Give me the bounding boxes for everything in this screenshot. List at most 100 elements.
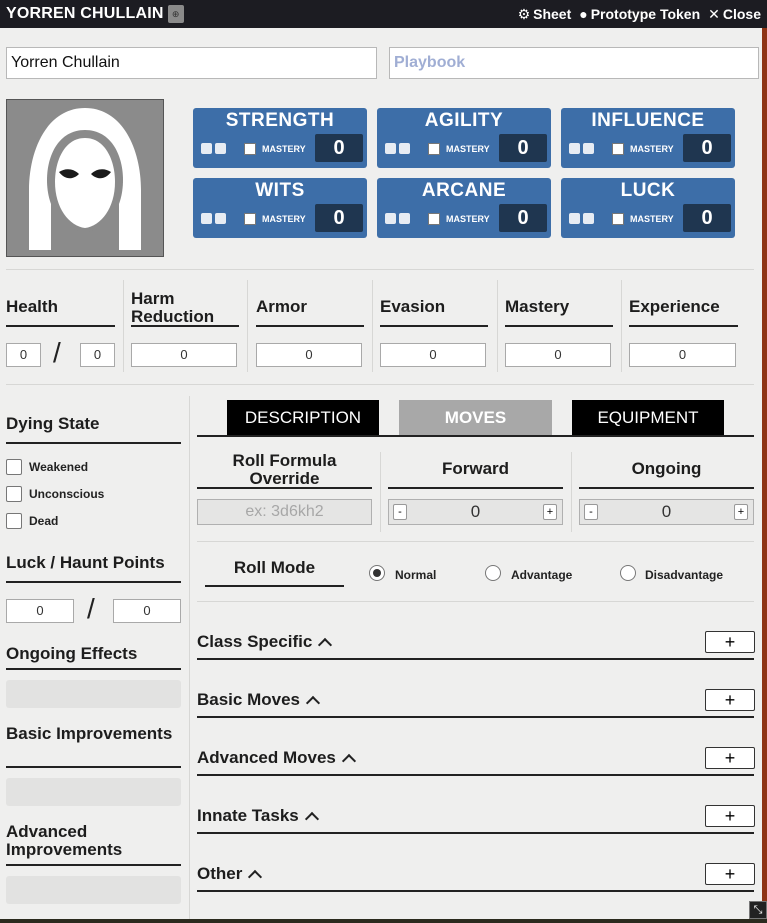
chevron-up-icon[interactable] xyxy=(318,637,333,653)
playbook-input[interactable]: Playbook xyxy=(389,47,759,79)
basic-moves-header[interactable]: Basic Moves xyxy=(197,691,321,711)
stat-value[interactable]: 0 xyxy=(499,204,547,232)
experience-input[interactable]: 0 xyxy=(629,343,736,367)
dice-icon[interactable] xyxy=(201,143,226,154)
ongoing-effects-field[interactable] xyxy=(6,680,181,708)
forward-value: 0 xyxy=(470,502,481,521)
dead-checkbox[interactable] xyxy=(6,513,22,529)
roll-formula-input[interactable]: ex: 3d6kh2 xyxy=(197,499,372,525)
divider xyxy=(497,280,498,372)
stat-strength: STRENGTH MASTERY 0 xyxy=(193,108,367,168)
window-badge-icon[interactable]: ⊕ xyxy=(167,5,184,23)
stat-wits: WITS MASTERY 0 xyxy=(193,178,367,238)
stat-value[interactable]: 0 xyxy=(683,134,731,162)
underline xyxy=(197,832,754,834)
advantage-label: Advantage xyxy=(511,568,573,582)
hooded-figure-icon xyxy=(29,108,141,250)
divider xyxy=(6,269,754,270)
weakened-checkbox[interactable] xyxy=(6,459,22,475)
harm-reduction-input[interactable]: 0 xyxy=(131,343,237,367)
disadvantage-radio[interactable] xyxy=(620,565,636,581)
sheet-button[interactable]: ⚙ Sheet xyxy=(518,6,572,23)
luck-points-input[interactable]: 0 xyxy=(6,599,74,623)
section-title: Other xyxy=(197,864,243,883)
forward-stepper[interactable]: - 0 + xyxy=(388,499,563,525)
mastery-checkbox[interactable] xyxy=(612,213,624,225)
add-basic-move-button[interactable]: + xyxy=(705,689,755,711)
divider xyxy=(197,541,754,542)
dice-icon[interactable] xyxy=(385,143,410,154)
add-innate-task-button[interactable]: + xyxy=(705,805,755,827)
unconscious-checkbox[interactable] xyxy=(6,486,22,502)
underline xyxy=(205,585,344,587)
add-other-button[interactable]: + xyxy=(705,863,755,885)
disadvantage-label: Disadvantage xyxy=(645,568,724,582)
class-specific-header[interactable]: Class Specific xyxy=(197,633,333,653)
close-icon: ✕ xyxy=(708,5,720,22)
window-titlebar[interactable]: YORREN CHULLAIN ⊕ ⚙ Sheet ● Prototype Toke… xyxy=(0,0,767,28)
chevron-up-icon[interactable] xyxy=(304,811,319,827)
window-title: YORREN CHULLAIN xyxy=(6,5,164,22)
tabs-underline xyxy=(197,435,754,437)
tab-moves[interactable]: MOVES xyxy=(399,400,552,436)
ongoing-effects-label: Ongoing Effects xyxy=(6,644,138,663)
resize-handle-icon[interactable]: ⤡ xyxy=(749,901,767,919)
mastery-checkbox[interactable] xyxy=(244,213,256,225)
underline xyxy=(388,487,563,489)
chevron-up-icon[interactable] xyxy=(248,869,263,885)
dice-icon[interactable] xyxy=(201,213,226,224)
health-label: Health xyxy=(6,297,58,316)
ongoing-stepper[interactable]: - 0 + xyxy=(579,499,754,525)
stat-value[interactable]: 0 xyxy=(315,134,363,162)
innate-tasks-header[interactable]: Innate Tasks xyxy=(197,806,319,827)
ongoing-plus-button[interactable]: + xyxy=(734,504,748,520)
stat-name: AGILITY xyxy=(424,110,504,131)
stat-arcane: ARCANE MASTERY 0 xyxy=(377,178,551,238)
armor-label: Armor xyxy=(256,297,308,316)
health-current-input[interactable]: 0 xyxy=(6,343,41,367)
add-class-specific-button[interactable]: + xyxy=(705,631,755,653)
normal-radio[interactable] xyxy=(369,565,385,581)
mastery-checkbox[interactable] xyxy=(244,143,256,155)
other-header[interactable]: Other xyxy=(197,864,263,885)
divider xyxy=(571,452,572,532)
advanced-moves-header[interactable]: Advanced Moves xyxy=(197,749,356,769)
close-button[interactable]: ✕ Close xyxy=(708,6,761,23)
dice-icon[interactable] xyxy=(569,213,594,224)
evasion-input[interactable]: 0 xyxy=(380,343,486,367)
mastery-label: MASTERY xyxy=(262,214,306,224)
stat-name: LUCK xyxy=(620,180,676,201)
underline xyxy=(6,766,181,768)
mastery-checkbox[interactable] xyxy=(612,143,624,155)
chevron-up-icon[interactable] xyxy=(305,695,321,711)
add-advanced-move-button[interactable]: + xyxy=(705,747,755,769)
dice-icon[interactable] xyxy=(569,143,594,154)
underline xyxy=(131,325,239,327)
advantage-radio[interactable] xyxy=(485,565,501,581)
stat-value[interactable]: 0 xyxy=(499,134,547,162)
tab-equipment[interactable]: EQUIPMENT xyxy=(572,400,724,436)
character-name-input[interactable]: Yorren Chullain xyxy=(6,47,377,79)
stat-value[interactable]: 0 xyxy=(315,204,363,232)
armor-input[interactable]: 0 xyxy=(256,343,362,367)
divider xyxy=(380,452,381,532)
advanced-improvements-field[interactable] xyxy=(6,876,181,904)
stat-value[interactable]: 0 xyxy=(683,204,731,232)
section-title: Innate Tasks xyxy=(197,806,299,825)
dice-icon[interactable] xyxy=(385,213,410,224)
tab-description[interactable]: DESCRIPTION xyxy=(227,400,379,436)
health-max-input[interactable]: 0 xyxy=(80,343,115,367)
haunt-points-input[interactable]: 0 xyxy=(113,599,181,623)
mastery-checkbox[interactable] xyxy=(428,143,440,155)
experience-label: Experience xyxy=(629,297,720,316)
chevron-up-icon[interactable] xyxy=(341,753,356,769)
luck-haunt-label: Luck / Haunt Points xyxy=(6,553,165,572)
prototype-token-button[interactable]: ● Prototype Token xyxy=(579,6,700,23)
basic-improvements-field[interactable] xyxy=(6,778,181,806)
forward-plus-button[interactable]: + xyxy=(543,504,557,520)
basic-improvements-label: Basic Improvements xyxy=(6,724,173,743)
underline xyxy=(6,325,115,327)
mastery-checkbox[interactable] xyxy=(428,213,440,225)
mastery-input[interactable]: 0 xyxy=(505,343,611,367)
character-portrait[interactable] xyxy=(6,99,164,257)
